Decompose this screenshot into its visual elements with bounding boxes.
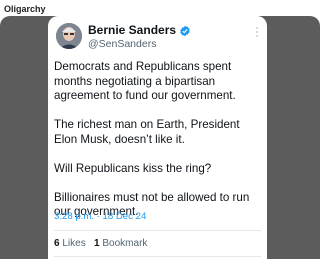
- likes-count: 6: [54, 238, 60, 249]
- bookmarks-count: 1: [94, 238, 100, 249]
- verified-badge-icon: [179, 24, 191, 37]
- tweet-paragraph: Democrats and Republicans spent months n…: [54, 60, 236, 102]
- page-title: Oligarchy: [4, 4, 46, 14]
- divider: [54, 256, 261, 257]
- tweet-paragraph: Will Republicans kiss the ring?: [54, 161, 212, 175]
- author-handle[interactable]: @SenSanders: [88, 38, 156, 50]
- avatar[interactable]: [56, 23, 82, 49]
- more-options-icon[interactable]: [255, 26, 259, 38]
- author-row: Bernie Sanders: [88, 23, 191, 37]
- tweet-time: 3:28 p.m.: [54, 211, 94, 222]
- tweet-stats: 6 Likes 1 Bookmark: [54, 238, 147, 249]
- timestamp-separator: ·: [96, 211, 100, 222]
- bookmarks-stat[interactable]: 1 Bookmark: [94, 238, 147, 249]
- tweet-date: 18 Dec 24: [102, 211, 147, 222]
- tweet-card[interactable]: Bernie Sanders @SenSanders Democrats and…: [48, 16, 267, 259]
- tweet-paragraph: The richest man on Earth, President Elon…: [54, 118, 240, 146]
- embed-frame: Bernie Sanders @SenSanders Democrats and…: [0, 16, 320, 259]
- tweet-timestamp[interactable]: 3:28 p.m. · 18 Dec 24: [54, 211, 146, 222]
- likes-label: Likes: [62, 238, 86, 249]
- bookmarks-label: Bookmark: [102, 238, 148, 249]
- tweet-text: Democrats and Republicans spent months n…: [54, 60, 264, 220]
- likes-stat[interactable]: 6 Likes: [54, 238, 86, 249]
- divider: [54, 230, 261, 231]
- author-name[interactable]: Bernie Sanders: [88, 23, 176, 37]
